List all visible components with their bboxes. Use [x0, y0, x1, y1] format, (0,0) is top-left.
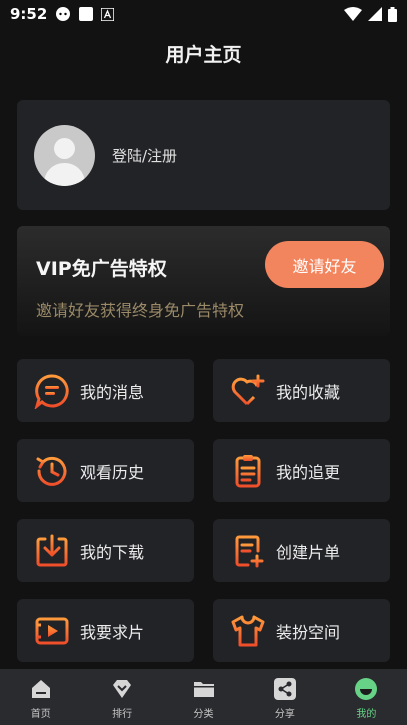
- status-system-icons: [344, 6, 397, 22]
- status-bar: 9:52: [0, 0, 407, 28]
- menu-item-history[interactable]: 观看历史: [17, 439, 194, 502]
- tshirt-icon: [230, 613, 266, 649]
- page-title: 用户主页: [165, 44, 242, 66]
- tab-label-share: 分享: [274, 709, 295, 720]
- share-icon: [273, 678, 296, 700]
- login-register-link[interactable]: 登陆/注册: [112, 145, 177, 166]
- avatar-head: [54, 137, 75, 159]
- message-icon: [34, 373, 70, 409]
- invite-friends-button[interactable]: 邀请好友: [265, 241, 384, 288]
- battery-icon: [388, 6, 397, 22]
- playlist-create-icon: [230, 533, 266, 569]
- menu-label-messages: 我的消息: [80, 382, 145, 402]
- status-a-icon: [101, 7, 115, 21]
- vip-title: VIP免广告特权: [36, 258, 167, 280]
- status-app-icon: [56, 7, 71, 21]
- status-square-icon: [79, 7, 94, 21]
- tab-label-mine: 我的: [356, 709, 377, 720]
- status-notification-icons: [55, 6, 115, 22]
- tab-label-home: 首页: [30, 709, 51, 720]
- menu-label-history: 观看历史: [80, 462, 145, 482]
- home-icon: [31, 680, 50, 698]
- menu-label-dressup: 装扮空间: [276, 622, 341, 642]
- smile-face-icon: [355, 678, 378, 700]
- menu-label-request: 我要求片: [80, 622, 145, 642]
- menu-item-download[interactable]: 我的下载: [17, 519, 194, 582]
- tab-home[interactable]: 首页: [0, 669, 81, 725]
- bottom-tab-bar: 首页 排行 分类 分享 我的: [0, 669, 407, 725]
- vip-subtitle: 邀请好友获得终身免广告特权: [36, 301, 245, 320]
- menu-label-download: 我的下载: [80, 542, 145, 562]
- menu-item-favorites[interactable]: 我的收藏: [213, 359, 390, 422]
- clipboard-list-icon: [230, 453, 266, 489]
- avatar-body: [44, 162, 85, 186]
- menu-label-playlist: 创建片单: [276, 542, 341, 562]
- folder-icon: [193, 682, 214, 697]
- menu-item-playlist[interactable]: 创建片单: [213, 519, 390, 582]
- diamond-icon: [113, 680, 132, 698]
- avatar[interactable]: [34, 124, 95, 186]
- download-icon: [34, 533, 70, 569]
- menu-item-messages[interactable]: 我的消息: [17, 359, 194, 422]
- tab-label-ranking: 排行: [112, 709, 133, 720]
- history-clock-icon: [34, 453, 70, 489]
- menu-label-updates: 我的追更: [276, 462, 341, 482]
- wifi-icon: [344, 7, 362, 21]
- menu-item-request[interactable]: 我要求片: [17, 599, 194, 662]
- tab-category[interactable]: 分类: [163, 669, 244, 725]
- menu-label-favorites: 我的收藏: [276, 382, 341, 402]
- menu-item-dressup[interactable]: 装扮空间: [213, 599, 390, 662]
- signal-icon: [368, 7, 382, 21]
- status-time: 9:52: [10, 5, 48, 23]
- heart-plus-icon: [230, 373, 266, 409]
- tab-ranking[interactable]: 排行: [81, 669, 162, 725]
- menu-item-updates[interactable]: 我的追更: [213, 439, 390, 502]
- tab-label-category: 分类: [193, 709, 214, 720]
- tab-share[interactable]: 分享: [244, 669, 325, 725]
- profile-card[interactable]: 登陆/注册: [17, 100, 390, 210]
- tab-mine[interactable]: 我的: [326, 669, 407, 725]
- video-play-icon: [34, 613, 70, 649]
- vip-card: VIP免广告特权 邀请好友获得终身免广告特权 邀请好友: [17, 226, 390, 336]
